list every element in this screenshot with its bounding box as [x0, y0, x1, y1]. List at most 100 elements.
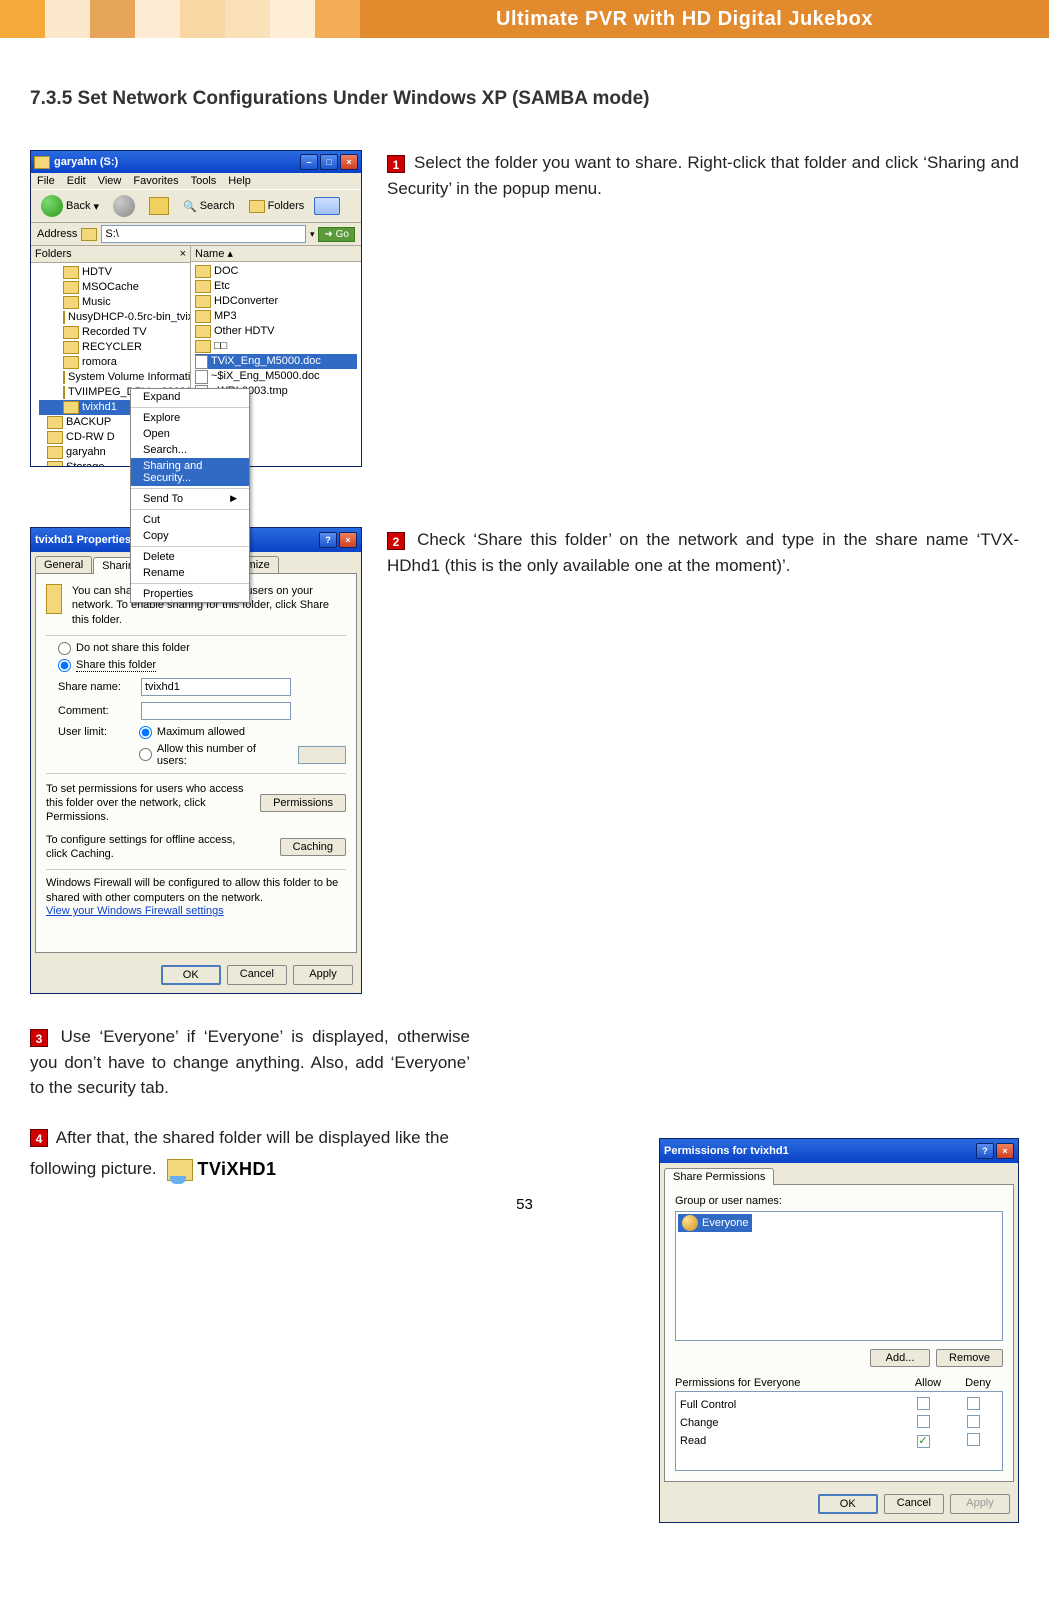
address-label: Address	[37, 228, 77, 240]
file-item[interactable]: □□	[195, 339, 357, 354]
close-button[interactable]: ×	[996, 1143, 1014, 1159]
remove-button[interactable]: Remove	[936, 1349, 1003, 1367]
context-item[interactable]: Copy	[131, 528, 249, 544]
folder-icon	[63, 401, 79, 414]
tree-item[interactable]: Music	[39, 295, 190, 310]
step-2-text: Check ‘Share this folder’ on the network…	[387, 530, 1019, 575]
comment-input[interactable]	[141, 702, 291, 720]
caching-button[interactable]: Caching	[280, 838, 346, 856]
menu-view[interactable]: View	[98, 175, 122, 187]
file-item[interactable]: ~$iX_Eng_M5000.doc	[195, 369, 357, 384]
tree-item[interactable]: RECYCLER	[39, 340, 190, 355]
allow-checkbox[interactable]	[917, 1397, 930, 1410]
cancel-button[interactable]: Cancel	[227, 965, 287, 985]
group-names-label: Group or user names:	[675, 1195, 1003, 1207]
tab-share-permissions[interactable]: Share Permissions	[664, 1168, 774, 1185]
deny-checkbox[interactable]	[967, 1415, 980, 1428]
user-everyone[interactable]: Everyone	[678, 1214, 752, 1232]
menu-help[interactable]: Help	[228, 175, 251, 187]
close-button[interactable]: ×	[339, 532, 357, 548]
allow-checkbox[interactable]	[917, 1435, 930, 1448]
option-do-not-share[interactable]: Do not share this folder	[58, 642, 346, 655]
permissions-titlebar[interactable]: Permissions for tvixhd1 ? ×	[660, 1139, 1018, 1163]
search-button[interactable]: 🔍 Search	[179, 198, 239, 215]
explorer-menubar[interactable]: File Edit View Favorites Tools Help	[31, 173, 361, 189]
context-item[interactable]: Sharing and Security...	[131, 458, 249, 486]
caching-text: To configure settings for offline access…	[46, 833, 246, 862]
context-item[interactable]: Expand	[131, 389, 249, 405]
header-decoration	[0, 0, 360, 38]
folders-pane-title: Folders	[35, 248, 72, 260]
allow-checkbox[interactable]	[917, 1415, 930, 1428]
context-item[interactable]: Open	[131, 426, 249, 442]
shared-folder-icon	[167, 1159, 193, 1181]
context-menu[interactable]: Expand ExploreOpenSearch...Sharing and Se…	[130, 388, 250, 603]
permission-row: Change	[680, 1414, 998, 1432]
step-3-badge: 3	[30, 1029, 48, 1047]
close-button[interactable]: ×	[340, 154, 358, 170]
views-button[interactable]	[314, 197, 340, 215]
file-item[interactable]: DOC	[195, 264, 357, 279]
permissions-text: To set permissions for users who access …	[46, 782, 246, 825]
context-item[interactable]: Explore	[131, 410, 249, 426]
help-button[interactable]: ?	[319, 532, 337, 548]
share-icon	[46, 584, 62, 614]
cancel-button[interactable]: Cancel	[884, 1494, 944, 1514]
folders-pane-close[interactable]: ×	[180, 248, 186, 260]
tree-item[interactable]: System Volume Information	[39, 370, 190, 385]
column-name[interactable]: Name	[195, 248, 224, 260]
add-button[interactable]: Add...	[870, 1349, 930, 1367]
context-item[interactable]: Search...	[131, 442, 249, 458]
apply-button[interactable]: Apply	[950, 1494, 1010, 1514]
tab-general[interactable]: General	[35, 556, 92, 573]
share-name-input[interactable]	[141, 678, 291, 696]
tree-item[interactable]: HDTV	[39, 265, 190, 280]
forward-button[interactable]	[109, 193, 139, 219]
apply-button[interactable]: Apply	[293, 965, 353, 985]
context-item[interactable]: Delete	[131, 549, 249, 565]
explorer-titlebar[interactable]: garyahn (S:) – □ ×	[31, 151, 361, 173]
option-share-this-folder[interactable]: Share this folder	[58, 659, 346, 672]
file-item[interactable]: MP3	[195, 309, 357, 324]
context-item[interactable]: Cut	[131, 512, 249, 528]
context-item[interactable]: Send To▶	[131, 491, 249, 507]
permissions-button[interactable]: Permissions	[260, 794, 346, 812]
file-list[interactable]: DOCEtcHDConverterMP3Other HDTV□□TViX_Eng…	[191, 262, 361, 401]
address-input[interactable]	[101, 225, 306, 243]
tree-item[interactable]: NusyDHCP-0.5rc-bin_tvix	[39, 310, 190, 325]
file-item[interactable]: TViX_Eng_M5000.doc	[195, 354, 357, 369]
menu-file[interactable]: File	[37, 175, 55, 187]
tree-item[interactable]: Recorded TV	[39, 325, 190, 340]
option-max-allowed[interactable]: Maximum allowed	[139, 726, 346, 739]
context-item[interactable]: Properties	[131, 586, 249, 602]
option-allow-number[interactable]: Allow this number of users:	[139, 743, 346, 767]
maximize-button[interactable]: □	[320, 154, 338, 170]
ok-button[interactable]: OK	[818, 1494, 878, 1514]
minimize-button[interactable]: –	[300, 154, 318, 170]
user-count-spinner[interactable]	[298, 746, 346, 764]
file-item[interactable]: HDConverter	[195, 294, 357, 309]
help-button[interactable]: ?	[976, 1143, 994, 1159]
document-icon	[195, 355, 208, 369]
ok-button[interactable]: OK	[161, 965, 221, 985]
tree-item[interactable]: MSOCache	[39, 280, 190, 295]
tree-item[interactable]: romora	[39, 355, 190, 370]
folder-icon	[63, 371, 65, 384]
forward-icon	[113, 195, 135, 217]
menu-edit[interactable]: Edit	[67, 175, 86, 187]
document-icon	[195, 370, 208, 384]
back-button[interactable]: Back ▾	[37, 193, 103, 219]
go-button[interactable]: ➜ Go	[318, 227, 355, 242]
file-item[interactable]: Other HDTV	[195, 324, 357, 339]
folders-button[interactable]: Folders	[245, 198, 309, 215]
file-item[interactable]: Etc	[195, 279, 357, 294]
menu-tools[interactable]: Tools	[191, 175, 217, 187]
deny-checkbox[interactable]	[967, 1433, 980, 1446]
menu-favorites[interactable]: Favorites	[133, 175, 178, 187]
context-item[interactable]: Rename	[131, 565, 249, 581]
group-names-list[interactable]: Everyone	[675, 1211, 1003, 1341]
firewall-link[interactable]: View your Windows Firewall settings	[46, 905, 224, 917]
deny-checkbox[interactable]	[967, 1397, 980, 1410]
folder-icon	[47, 446, 63, 459]
up-button[interactable]	[145, 195, 173, 217]
